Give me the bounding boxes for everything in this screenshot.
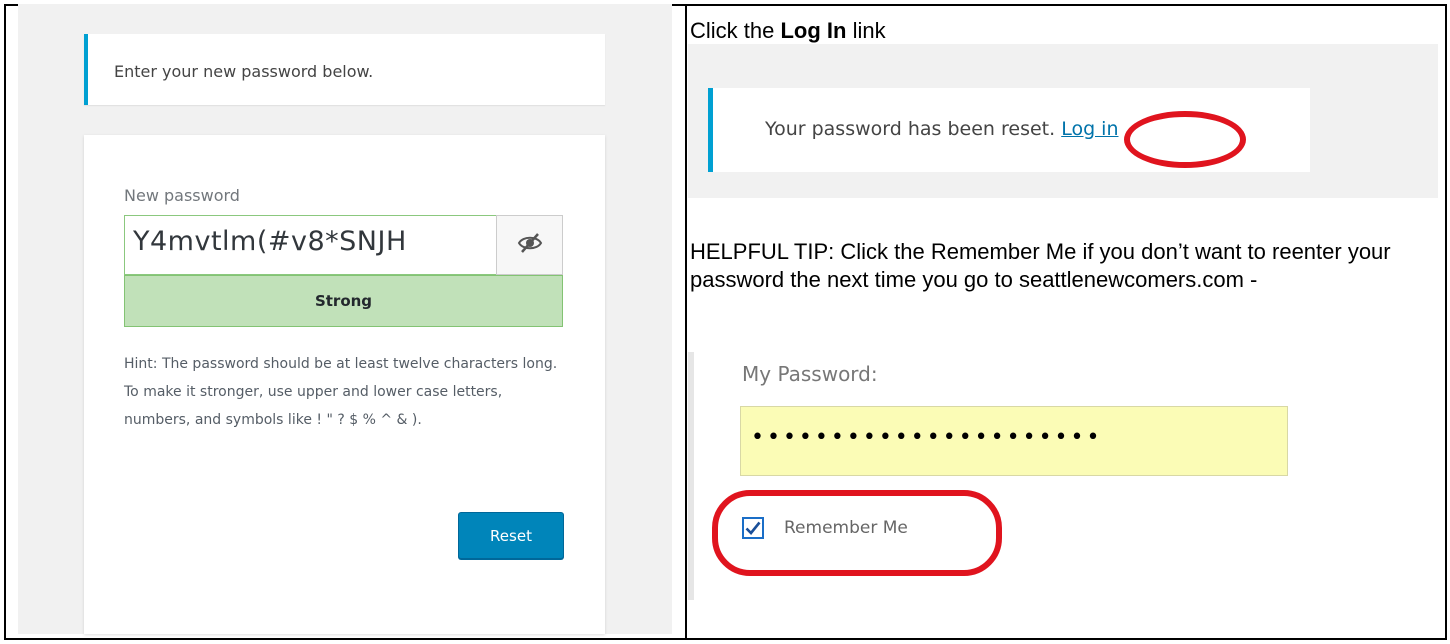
instruction-bold: Log In <box>780 18 847 43</box>
reset-password-screenshot: Enter your new password below. New passw… <box>18 4 672 634</box>
password-hint: Hint: The password should be at least tw… <box>124 356 558 428</box>
column-divider <box>685 6 687 638</box>
instruction-prefix: Click the <box>690 18 781 43</box>
my-password-label: My Password: <box>742 362 878 386</box>
new-password-label: New password <box>124 186 240 205</box>
hide-password-button[interactable] <box>496 215 563 275</box>
reset-message: Your password has been reset. <box>765 118 1056 140</box>
reset-password-button[interactable]: Reset Password <box>458 512 564 591</box>
eye-slash-icon <box>517 232 543 259</box>
reset-success-text: Your password has been reset. Log in <box>765 118 1119 140</box>
new-password-input[interactable]: Y4mvtlm(#v8*SNJH <box>124 215 497 275</box>
my-password-input[interactable]: •••••••••••••••••••••• <box>740 406 1288 476</box>
reset-success-message: Your password has been reset. Log in <box>708 88 1310 172</box>
highlight-outline <box>712 490 1002 576</box>
helpful-tip: HELPFUL TIP: Click the Remember Me if yo… <box>690 239 1391 292</box>
instruction-suffix: link <box>846 18 886 43</box>
notice-message: Enter your new password below. <box>84 34 605 105</box>
instruction-text: Click the Log In link <box>690 18 886 44</box>
login-link[interactable]: Log in <box>1061 118 1118 140</box>
login-link-screenshot: Your password has been reset. Log in <box>688 44 1438 198</box>
highlight-circle <box>1124 111 1246 168</box>
notice-text: Enter your new password below. <box>114 62 374 81</box>
remember-me-screenshot: My Password: •••••••••••••••••••••• Reme… <box>688 352 1288 600</box>
password-strength-meter: Strong <box>124 275 563 327</box>
reset-password-form: New password Y4mvtlm(#v8*SNJH Strong Hin… <box>84 135 605 634</box>
